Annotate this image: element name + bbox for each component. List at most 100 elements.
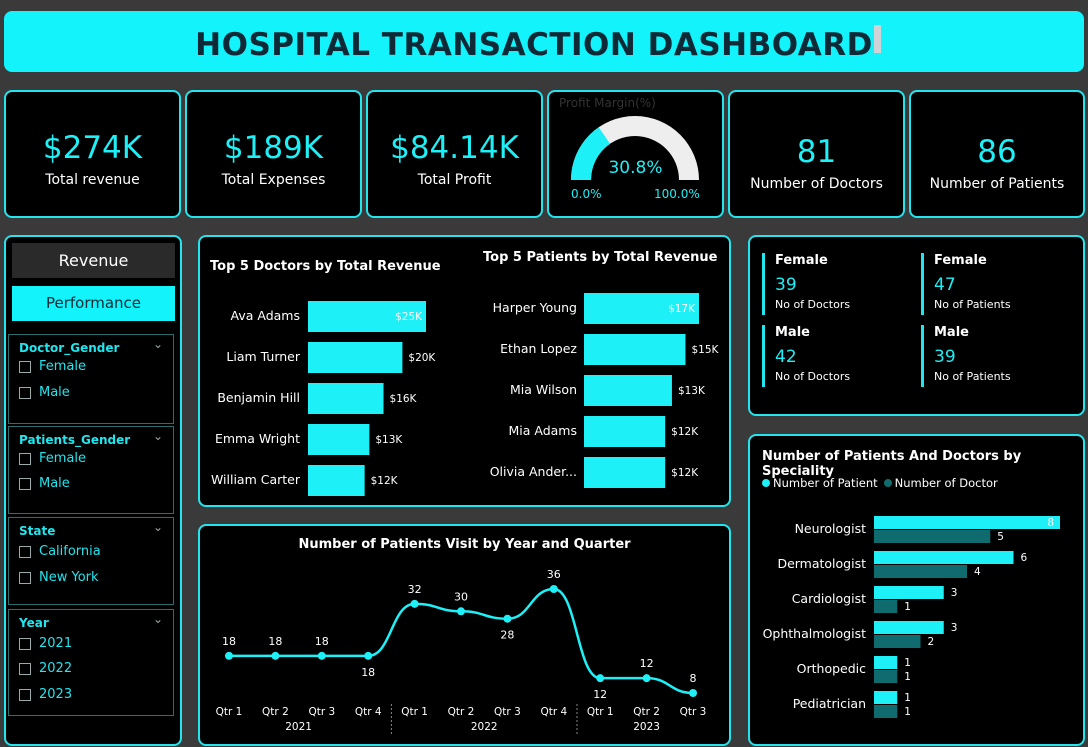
slicer-option-male[interactable]: Male [19, 385, 70, 400]
slicer-option-new-york[interactable]: New York [19, 570, 99, 585]
stat-label: Male [934, 325, 969, 340]
x-year-label: 2023 [633, 721, 660, 733]
bar [584, 416, 666, 447]
bar [308, 424, 370, 455]
bar-category-label: Benjamin Hill [217, 390, 300, 405]
bar-value-label: 3 [951, 622, 958, 634]
checkbox[interactable] [19, 477, 31, 490]
category-label: Dermatologist [777, 556, 866, 571]
stat-value: 47 [934, 275, 956, 295]
checkbox[interactable] [19, 545, 31, 558]
bar [584, 457, 666, 488]
state-slicer: State ⌄ California New York [8, 517, 174, 605]
bar [584, 375, 672, 406]
bar-value-label: 6 [1021, 552, 1028, 564]
patients-gender-slicer: Patients_Gender ⌄ Female Male [8, 426, 174, 514]
slicer-option-2022[interactable]: 2022 [19, 661, 72, 676]
revenue-nav-button[interactable]: Revenue [12, 243, 175, 278]
header-marker [874, 25, 881, 53]
data-point [596, 674, 605, 683]
data-label: 8 [690, 672, 697, 685]
kpi-label: Number of Patients [929, 176, 1065, 192]
x-tick-label: Qtr 1 [587, 706, 614, 718]
bar-value-label: $12K [671, 467, 699, 479]
slicer-option-male[interactable]: Male [19, 476, 70, 491]
bar-category-label: Liam Turner [226, 349, 300, 364]
stat-sub: No of Doctors [775, 370, 851, 383]
checkbox[interactable] [19, 637, 31, 650]
checkbox[interactable] [19, 688, 31, 701]
kpi-number-of-patients: 86 Number of Patients [909, 90, 1085, 218]
slicer-option-2021[interactable]: 2021 [19, 636, 72, 651]
x-tick-label: Qtr 2 [262, 706, 289, 718]
stat-value: 39 [775, 275, 797, 295]
bar-value-label: 5 [997, 531, 1004, 543]
data-label: 28 [500, 629, 514, 642]
bar-patients [874, 656, 898, 669]
kpi-value: $84.14K [390, 130, 519, 166]
bar-value-label: 3 [951, 587, 958, 599]
category-label: Pediatrician [793, 696, 866, 711]
gauge-value: 30.8% [608, 158, 663, 178]
x-tick-label: Qtr 3 [494, 706, 521, 718]
bar-value-label: $12K [671, 426, 699, 438]
stat-accent [762, 325, 765, 387]
bar-doctors [874, 635, 921, 648]
bar-category-label: Mia Adams [508, 423, 577, 438]
stat-value: 42 [775, 347, 797, 367]
year-slicer: Year ⌄ 2021 2022 2023 [8, 609, 174, 716]
kpi-total-expenses: $189K Total Expenses [185, 90, 362, 218]
data-label: 18 [361, 666, 375, 679]
slicer-option-female[interactable]: Female [19, 451, 86, 466]
bar-value-label: 1 [904, 671, 911, 683]
x-tick-label: Qtr 2 [633, 706, 660, 718]
bar-doctors [874, 565, 967, 578]
checkbox[interactable] [19, 386, 31, 399]
slicer-title: Doctor_Gender [19, 341, 120, 355]
bar-value-label: 4 [974, 566, 981, 578]
x-tick-label: Qtr 3 [308, 706, 335, 718]
page-title: HOSPITAL TRANSACTION DASHBOARD [195, 27, 873, 63]
category-label: Orthopedic [797, 661, 866, 676]
chevron-down-icon[interactable]: ⌄ [153, 429, 163, 443]
data-label: 32 [408, 583, 422, 596]
category-label: Neurologist [795, 521, 867, 536]
bar-value-label: 1 [904, 657, 911, 669]
data-point [549, 585, 558, 593]
stat-accent [921, 253, 924, 315]
slicer-option-california[interactable]: California [19, 544, 101, 559]
kpi-number-of-doctors: 81 Number of Doctors [728, 90, 905, 218]
top5-panel: Top 5 Doctors by Total Revenue Top 5 Pat… [198, 235, 731, 507]
data-label: 12 [640, 657, 654, 670]
stat-sub: No of Patients [934, 370, 1011, 383]
bar-value-label: $17K [668, 303, 696, 315]
gauge-min: 0.0% [571, 187, 602, 201]
performance-nav-button[interactable]: Performance [12, 286, 175, 321]
top5-bar-charts: Ava Adams $25K Liam Turner $20K Benjamin Hil… [211, 293, 720, 496]
data-point [317, 651, 326, 660]
checkbox[interactable] [19, 452, 31, 465]
bar-category-label: Mia Wilson [510, 382, 577, 397]
checkbox[interactable] [19, 571, 31, 584]
series-line [229, 587, 694, 695]
x-tick-label: Qtr 1 [216, 706, 243, 718]
bar-doctors [874, 600, 898, 613]
filter-panel: Revenue Performance Doctor_Gender ⌄ Fema… [4, 235, 182, 746]
checkbox[interactable] [19, 360, 31, 373]
speciality-panel: Number of Patients And Doctors by Specia… [748, 434, 1085, 746]
chevron-down-icon[interactable]: ⌄ [153, 520, 163, 534]
x-tick-label: Qtr 1 [401, 706, 428, 718]
x-tick-label: Qtr 4 [540, 706, 567, 718]
stat-label: Female [775, 253, 828, 268]
data-point [457, 607, 465, 616]
checkbox[interactable] [19, 662, 31, 675]
slicer-option-female[interactable]: Female [19, 359, 86, 374]
bar-value-label: $13K [375, 434, 403, 446]
slicer-option-2023[interactable]: 2023 [19, 687, 72, 702]
bar-category-label: Emma Wright [215, 431, 300, 446]
x-tick-label: Qtr 4 [355, 706, 382, 718]
data-point [503, 614, 512, 623]
gender-stats-panel: Female 39 No of Doctors Female 47 No of … [748, 235, 1085, 416]
chevron-down-icon[interactable]: ⌄ [153, 612, 163, 626]
chevron-down-icon[interactable]: ⌄ [153, 337, 163, 351]
